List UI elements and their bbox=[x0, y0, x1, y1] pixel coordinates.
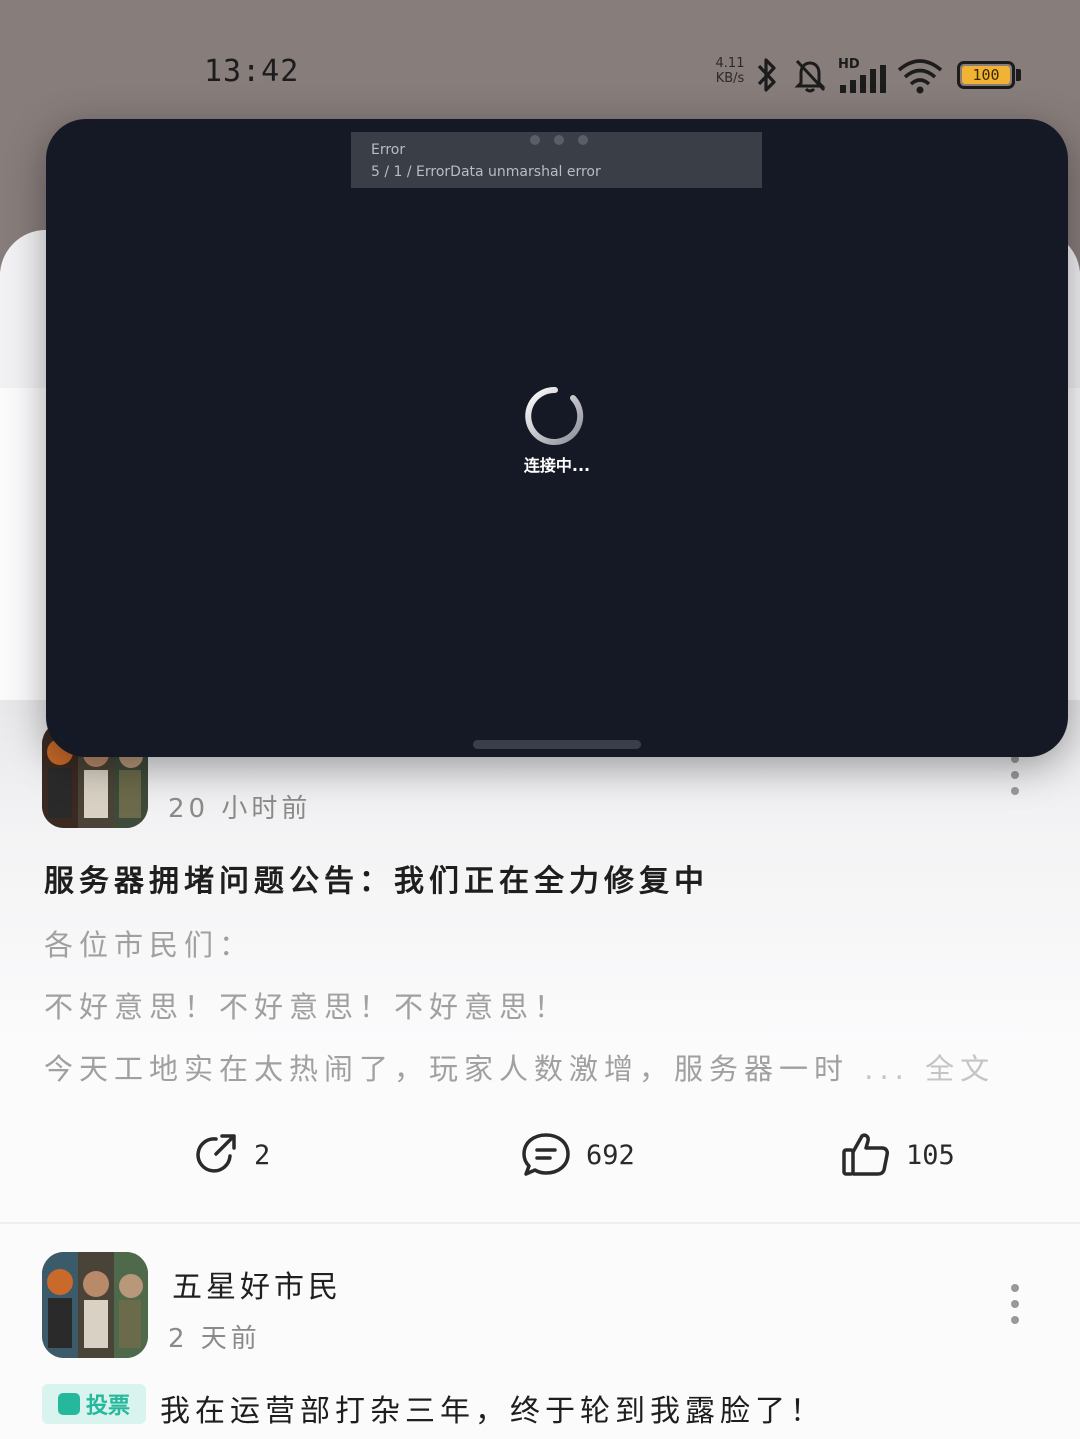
battery-level: 100 bbox=[962, 66, 1010, 84]
network-speed-unit: KB/s bbox=[715, 71, 745, 86]
status-time: 13:42 bbox=[204, 54, 300, 89]
wifi-icon bbox=[897, 59, 943, 94]
battery-tip bbox=[1016, 69, 1021, 81]
loading-text: 连接中... bbox=[523, 456, 591, 475]
author-avatar[interactable] bbox=[42, 1252, 148, 1358]
post-more-button[interactable] bbox=[1005, 755, 1025, 795]
window-home-bar[interactable] bbox=[473, 740, 641, 749]
network-speed-value: 4.11 bbox=[715, 56, 745, 71]
post-title[interactable]: 服务器拥堵问题公告：我们正在全力修复中 bbox=[44, 856, 709, 900]
bluetooth-icon bbox=[757, 58, 776, 92]
post-body-line: 不好意思！不好意思！不好意思！ bbox=[44, 990, 570, 1024]
comment-count: 692 bbox=[586, 1139, 635, 1171]
post-body-line: 各位市民们： bbox=[44, 928, 255, 962]
vote-chart-icon bbox=[57, 1393, 80, 1415]
avatar-characters-icon bbox=[42, 1252, 148, 1358]
comment-button[interactable]: 692 bbox=[520, 1130, 635, 1180]
share-icon bbox=[196, 1134, 236, 1173]
post-author[interactable]: 五星好市民 bbox=[172, 1262, 342, 1306]
post-time: 2 天前 bbox=[168, 1324, 261, 1354]
network-speed: 4.11 KB/s bbox=[712, 56, 748, 86]
thumbs-up-icon bbox=[842, 1133, 889, 1176]
mute-bell-icon bbox=[794, 59, 826, 93]
post-body-line: 今天工地实在太热闹了，玩家人数激增，服务器一时 ... 全文 bbox=[44, 1046, 1014, 1088]
comment-icon bbox=[522, 1133, 570, 1176]
share-count: 2 bbox=[254, 1139, 271, 1171]
like-count: 105 bbox=[906, 1139, 955, 1171]
error-message: 5 / 1 / ErrorData unmarshal error bbox=[371, 164, 601, 180]
like-button[interactable]: 105 bbox=[840, 1130, 955, 1180]
floating-window[interactable]: Error 5 / 1 / ErrorData unmarshal error … bbox=[46, 119, 1068, 757]
post-time: 20 小时前 bbox=[168, 794, 312, 824]
share-button[interactable]: 2 bbox=[190, 1130, 270, 1180]
post-title[interactable]: 我在运营部打杂三年，终于轮到我露脸了！ bbox=[160, 1386, 825, 1430]
read-full-link[interactable]: ... 全文 bbox=[864, 1052, 995, 1086]
battery-icon: 100 bbox=[957, 61, 1015, 89]
window-drag-handle[interactable] bbox=[530, 135, 588, 145]
post-more-button[interactable] bbox=[1005, 1284, 1025, 1324]
vote-tag: 投票 bbox=[42, 1384, 146, 1424]
post-divider bbox=[0, 1222, 1080, 1224]
post-body-text: 今天工地实在太热闹了，玩家人数激增，服务器一时 bbox=[44, 1052, 850, 1086]
signal-icon bbox=[840, 65, 886, 93]
loading-spinner-icon bbox=[525, 386, 584, 445]
signal-indicator: HD bbox=[838, 57, 888, 93]
vote-tag-label: 投票 bbox=[85, 1394, 130, 1419]
